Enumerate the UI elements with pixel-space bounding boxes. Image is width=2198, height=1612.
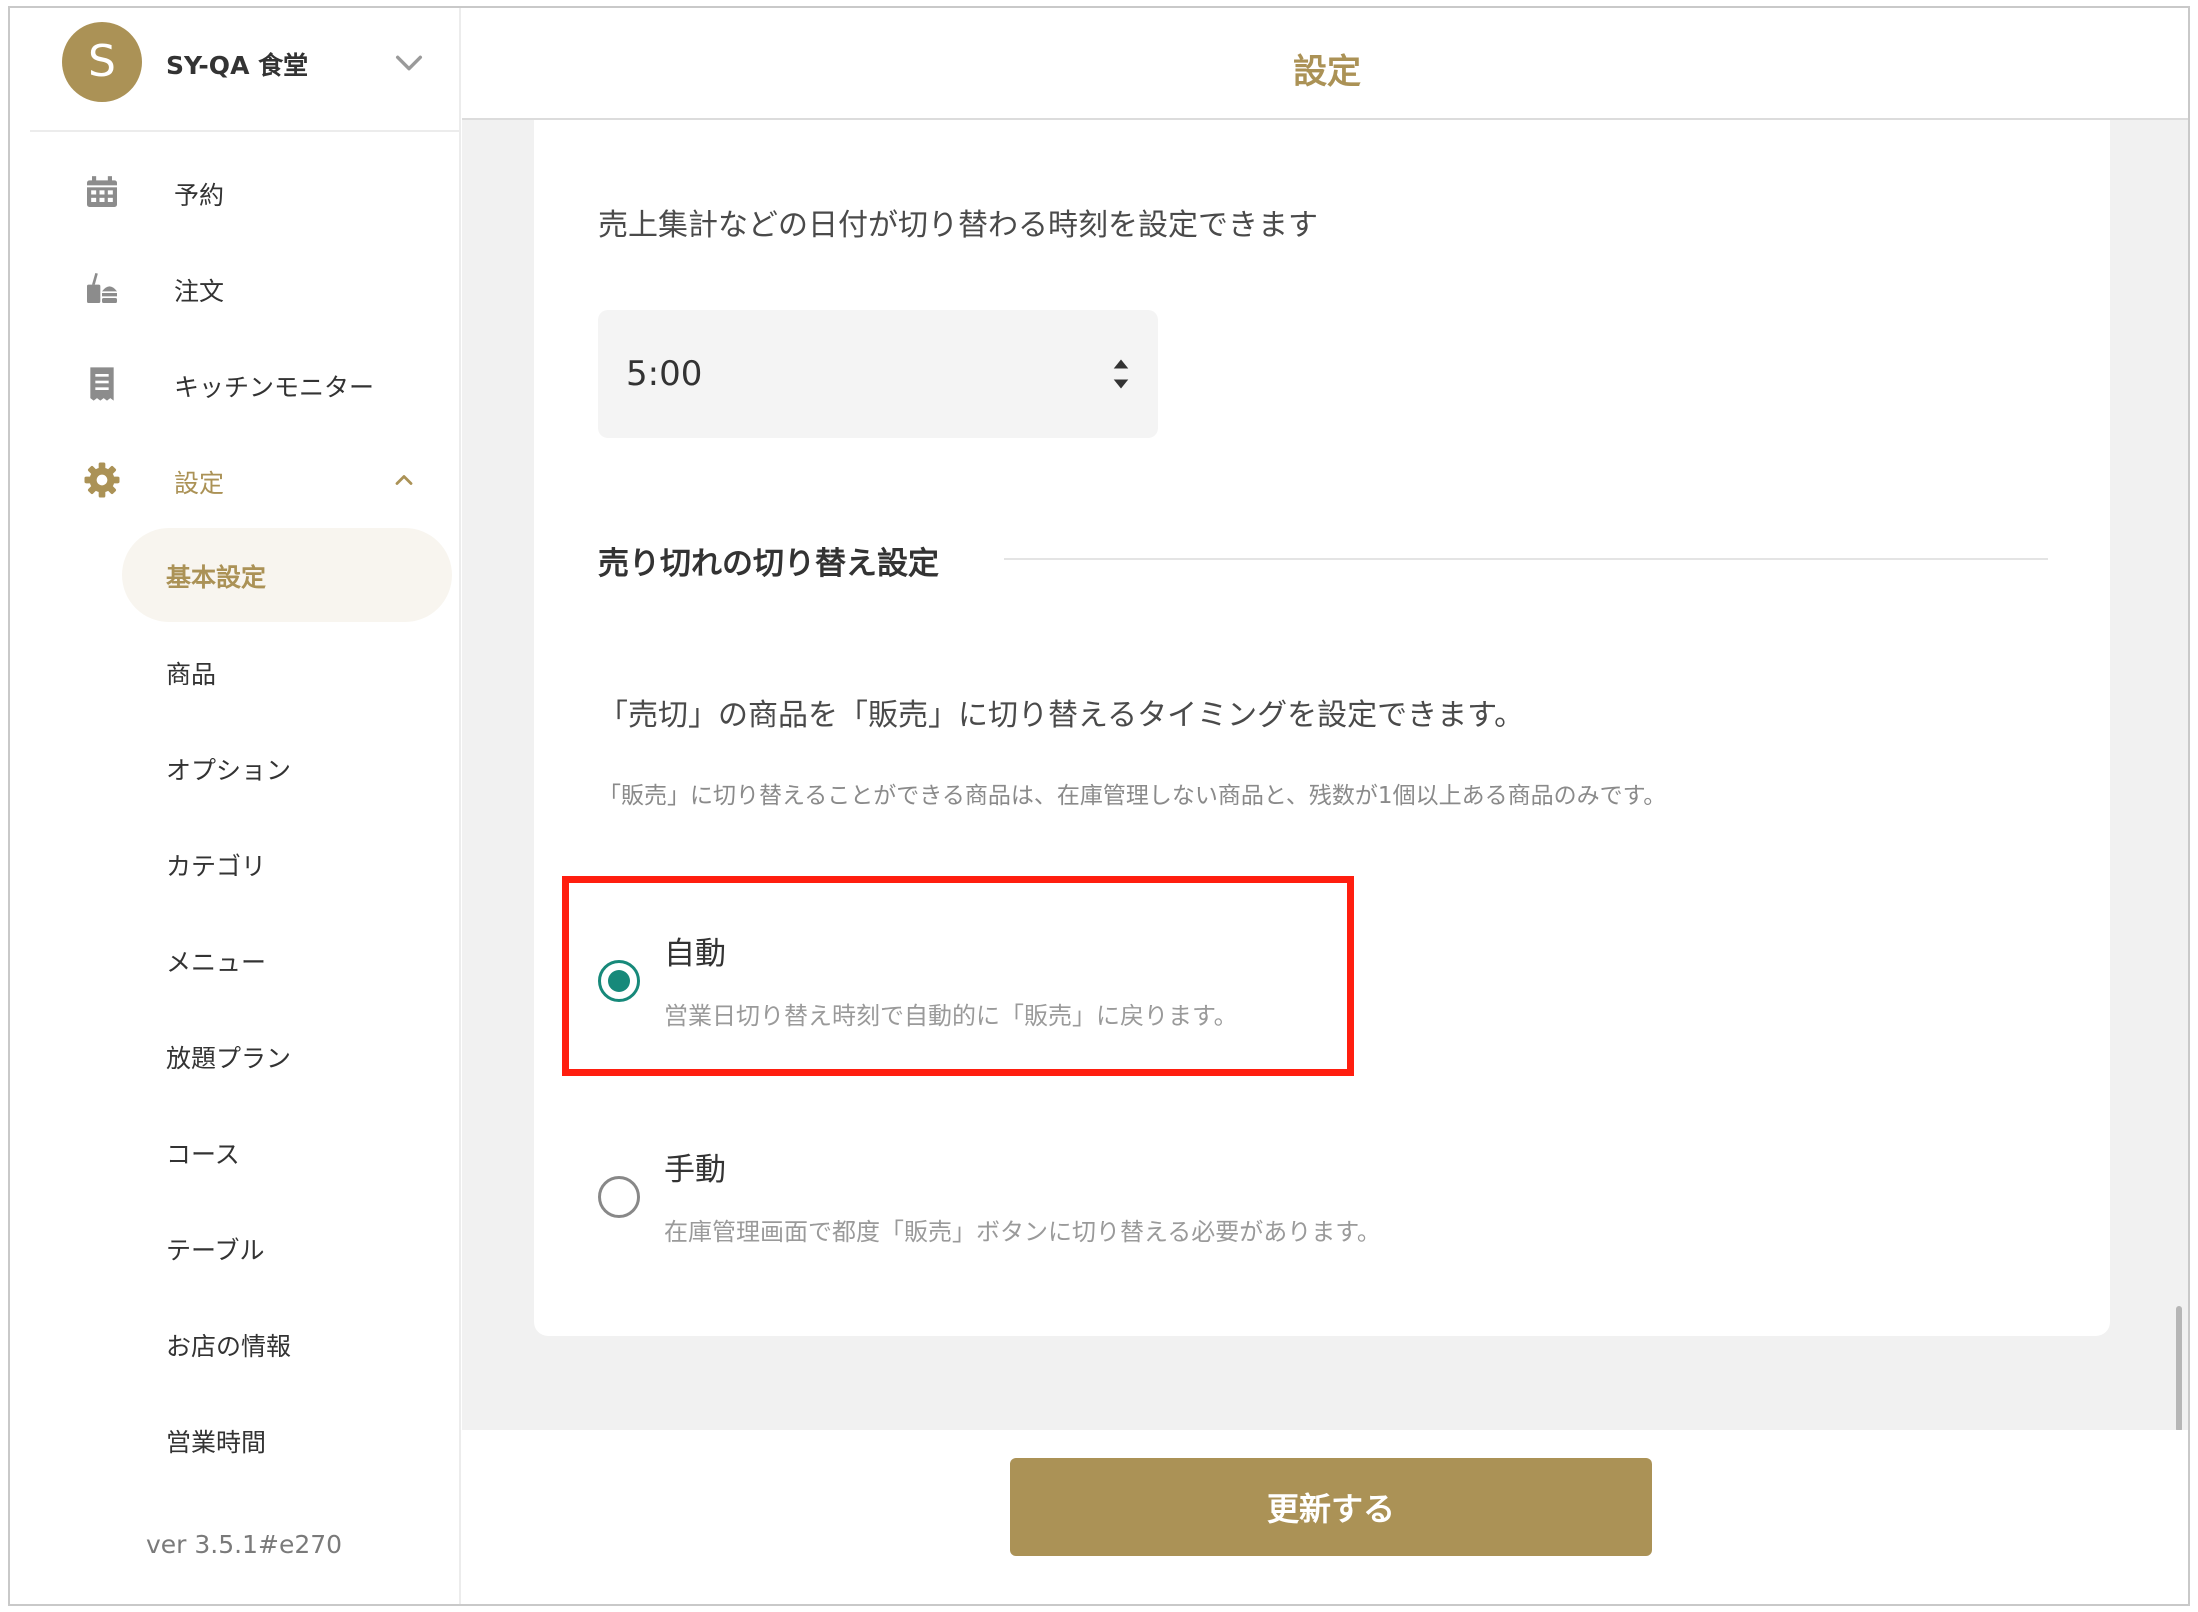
select-spinner-icon [1113, 359, 1129, 389]
sidebar-subitem-label: カテゴリ [166, 852, 267, 881]
sidebar-subitem-tables[interactable]: テーブル [10, 1206, 461, 1286]
soldout-section-title: 売り切れの切り替え設定 [598, 546, 939, 582]
sidebar-subitem-business-hours[interactable]: 営業時間 [10, 1398, 461, 1478]
shop-name: SY-QA 食堂 [166, 51, 309, 80]
calendar-icon [87, 176, 117, 207]
food-tray-icon [87, 273, 117, 303]
radio-option-description: 在庫管理画面で都度「販売」ボタンに切り替える必要があります。 [664, 1218, 1381, 1246]
sidebar-subitem-label: オプション [166, 756, 292, 785]
radio-option-auto[interactable]: 自動 営業日切り替え時刻で自動的に「販売」に戻ります。 [590, 896, 1790, 1056]
sidebar: S SY-QA 食堂 予約 注文 キッチンモニター 設定 基本設定 商品 オプシ… [10, 8, 461, 1604]
page-title: 設定 [1293, 52, 1361, 92]
shop-avatar: S [62, 22, 142, 102]
page-footer: 更新する [462, 1430, 2188, 1604]
radio-option-manual[interactable]: 手動 在庫管理画面で都度「販売」ボタンに切り替える必要があります。 [590, 1112, 1790, 1272]
radio-option-label: 手動 [664, 1152, 726, 1188]
sidebar-subitem-options[interactable]: オプション [10, 726, 461, 806]
sidebar-subitem-shop-info[interactable]: お店の情報 [10, 1302, 461, 1382]
sidebar-subitem-menu[interactable]: メニュー [10, 918, 461, 998]
content-area: 売上集計などの日付が切り替わる時刻を設定できます 5:00 売り切れの切り替え設… [462, 120, 2188, 1430]
sidebar-subitem-categories[interactable]: カテゴリ [10, 822, 461, 902]
day-change-description: 売上集計などの日付が切り替わる時刻を設定できます [598, 208, 1318, 243]
sidebar-subitem-unlimited-plan[interactable]: 放題プラン [10, 1014, 461, 1094]
app-window: S SY-QA 食堂 予約 注文 キッチンモニター 設定 基本設定 商品 オプシ… [8, 6, 2190, 1606]
update-button[interactable]: 更新する [1010, 1458, 1652, 1556]
settings-card: 売上集計などの日付が切り替わる時刻を設定できます 5:00 売り切れの切り替え設… [534, 120, 2110, 1336]
page-header: 設定 [462, 8, 2188, 120]
sidebar-subitem-products[interactable]: 商品 [10, 630, 461, 710]
radio-auto[interactable] [598, 960, 640, 1002]
section-divider [1004, 558, 2048, 560]
soldout-description: 「売切」の商品を「販売」に切り替えるタイミングを設定できます。 [598, 698, 1525, 733]
scrollbar-thumb[interactable] [2176, 1306, 2182, 1432]
sidebar-item-label: 注文 [174, 277, 225, 306]
sidebar-item-label: 設定 [174, 469, 225, 498]
time-select-value: 5:00 [626, 354, 703, 394]
radio-option-description: 営業日切り替え時刻で自動的に「販売」に戻ります。 [664, 1002, 1238, 1030]
day-change-time-select[interactable]: 5:00 [598, 310, 1158, 438]
sidebar-item-settings[interactable]: 設定 [10, 440, 461, 520]
sidebar-item-label: 予約 [174, 181, 225, 210]
gear-icon [84, 462, 120, 498]
sidebar-subitem-basic-settings[interactable]: 基本設定 [10, 526, 461, 622]
sidebar-subitem-course[interactable]: コース [10, 1110, 461, 1190]
sidebar-subitem-label: 放題プラン [166, 1044, 292, 1073]
shop-switcher[interactable]: S SY-QA 食堂 [30, 8, 461, 132]
sidebar-subitem-label: お店の情報 [166, 1332, 292, 1361]
soldout-note: 「販売」に切り替えることができる商品は、在庫管理しない商品と、残数が1個以上ある… [598, 783, 1667, 809]
chevron-down-icon[interactable] [392, 46, 426, 80]
radio-manual[interactable] [598, 1176, 640, 1218]
sidebar-subitem-label: 営業時間 [166, 1428, 267, 1457]
sidebar-subitem-label: 基本設定 [166, 563, 267, 592]
sidebar-item-order[interactable]: 注文 [10, 248, 461, 328]
radio-selected-dot [608, 970, 630, 992]
sidebar-subitem-label: テーブル [166, 1236, 265, 1265]
sidebar-item-kitchen-monitor[interactable]: キッチンモニター [10, 344, 461, 424]
sidebar-subitem-label: 商品 [166, 660, 217, 689]
sidebar-subitem-label: コース [166, 1140, 240, 1169]
sidebar-item-label: キッチンモニター [174, 373, 375, 402]
receipt-icon [90, 367, 114, 401]
sidebar-subitem-label: メニュー [166, 948, 267, 977]
chevron-up-icon[interactable] [390, 466, 418, 494]
app-version: ver 3.5.1#e270 [146, 1530, 343, 1559]
radio-option-label: 自動 [664, 936, 726, 972]
sidebar-item-reservation[interactable]: 予約 [10, 152, 461, 232]
